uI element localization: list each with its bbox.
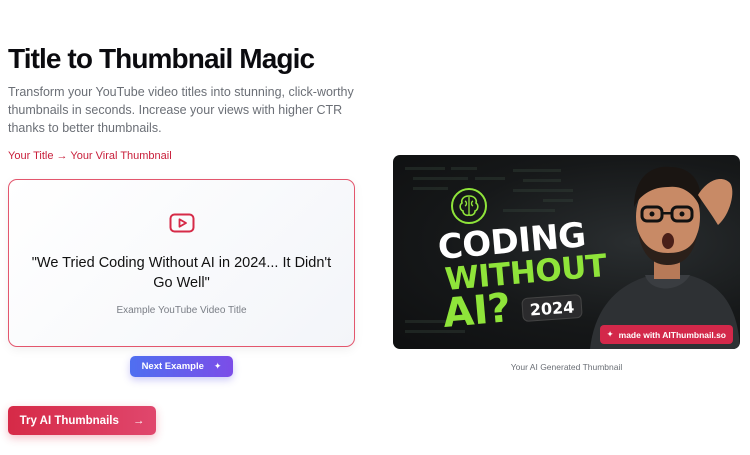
sparkles-icon: ✦ bbox=[606, 329, 614, 339]
thumbnail-caption: Your AI Generated Thumbnail bbox=[510, 362, 623, 372]
youtube-icon bbox=[169, 213, 195, 233]
thumbnail-year-badge: 2024 bbox=[521, 293, 583, 323]
made-with-badge: ✦ made with AIThumbnail.so bbox=[599, 325, 733, 344]
next-example-button[interactable]: Next Example ✦ bbox=[130, 356, 233, 377]
hero-description: Transform your YouTube video titles into… bbox=[8, 85, 354, 135]
example-video-title: "We Tried Coding Without AI in 2024... I… bbox=[31, 255, 332, 291]
next-example-label: Next Example bbox=[141, 361, 204, 372]
made-with-label: made with AIThumbnail.so bbox=[618, 329, 726, 340]
brain-icon bbox=[451, 188, 487, 224]
thumbnail-headline-line3: AI? bbox=[440, 285, 513, 337]
tagline: Your Title → Your Viral Thumbnail bbox=[8, 150, 172, 162]
example-title-card: "We Tried Coding Without AI in 2024... I… bbox=[8, 179, 355, 347]
cta-label: Try AI Thumbnails bbox=[19, 414, 119, 427]
arrow-right-icon: → bbox=[132, 414, 145, 427]
page-title: Title to Thumbnail Magic bbox=[8, 43, 315, 74]
person-image bbox=[590, 166, 740, 349]
example-caption: Example YouTube Video Title bbox=[116, 305, 247, 316]
try-ai-thumbnails-button[interactable]: Try AI Thumbnails → bbox=[8, 406, 156, 435]
sparkles-icon: ✦ bbox=[213, 361, 222, 371]
generated-thumbnail: CODING WITHOUT AI? 2024 ✦ made with AITh… bbox=[393, 155, 740, 349]
